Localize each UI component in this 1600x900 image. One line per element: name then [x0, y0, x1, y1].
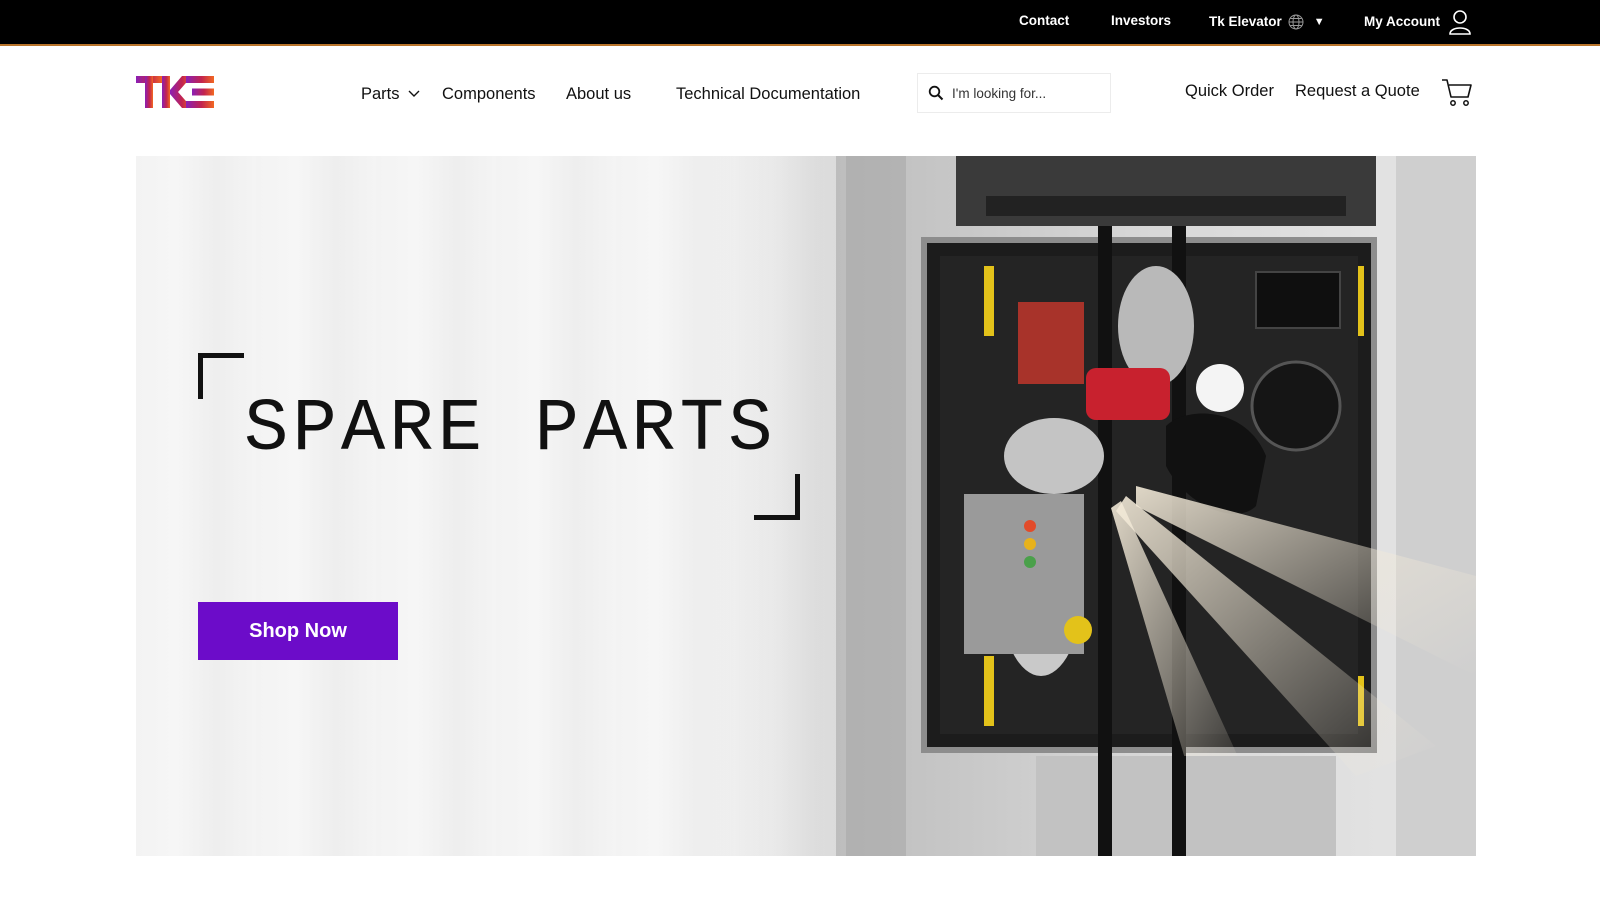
nav-technical-documentation[interactable]: Technical Documentation: [676, 82, 860, 106]
nav-components[interactable]: Components: [442, 82, 536, 106]
nav-parts[interactable]: Parts: [361, 82, 420, 106]
nav-about-us[interactable]: About us: [566, 82, 631, 106]
hero-title: SPARE PARTS: [244, 388, 777, 472]
contact-link[interactable]: Contact: [1019, 0, 1069, 44]
region-selector[interactable]: Tk Elevator ▼: [1209, 0, 1325, 44]
title-bracket-top-left: [198, 353, 244, 399]
user-icon: [1449, 10, 1471, 35]
quick-order-link[interactable]: Quick Order: [1185, 82, 1274, 101]
hero-banner: SPARE PARTS Shop Now: [136, 156, 1476, 856]
hero-image: [836, 156, 1476, 856]
investors-link[interactable]: Investors: [1111, 0, 1171, 44]
tke-logo[interactable]: [136, 74, 214, 110]
shop-now-button[interactable]: Shop Now: [198, 602, 398, 660]
main-header: Parts Components About us Technical Docu…: [0, 46, 1600, 156]
request-quote-link[interactable]: Request a Quote: [1295, 82, 1420, 101]
nav-parts-label: Parts: [361, 84, 400, 103]
title-bracket-bottom-right: [754, 474, 800, 520]
chevron-down-icon: ▼: [1313, 16, 1325, 28]
utility-bar: Contact Investors Tk Elevator ▼ My Accou…: [0, 0, 1600, 46]
account-label: My Account: [1364, 14, 1441, 29]
search-box[interactable]: [917, 73, 1111, 113]
search-icon: [928, 85, 944, 101]
my-account-link[interactable]: My Account: [1364, 0, 1472, 44]
chevron-down-icon: [408, 90, 420, 97]
region-label: Tk Elevator: [1209, 14, 1282, 29]
cart-icon[interactable]: [1441, 77, 1473, 107]
globe-icon: [1288, 14, 1304, 30]
search-input[interactable]: [952, 85, 1102, 101]
